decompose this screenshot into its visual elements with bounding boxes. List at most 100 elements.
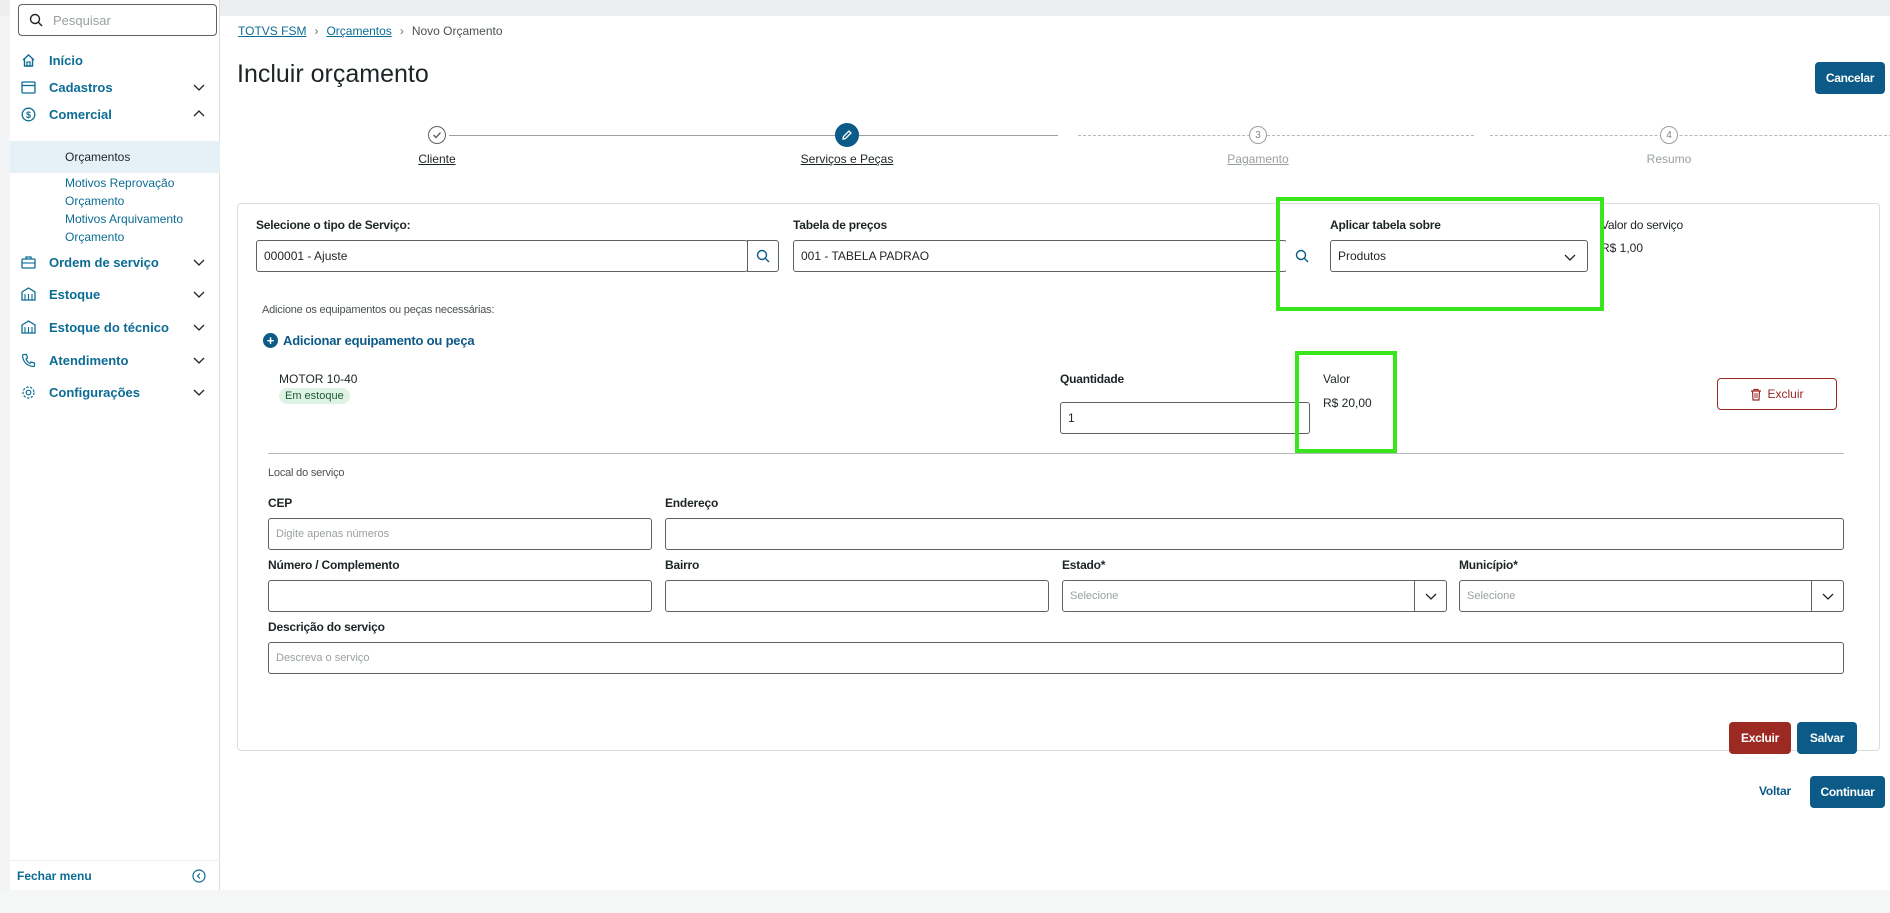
service-value-label: Valor do serviço <box>1601 218 1683 232</box>
sidebar-item-label: Estoque <box>49 286 101 302</box>
warehouse-icon <box>20 286 37 303</box>
delete-budget-button[interactable]: Excluir <box>1729 722 1791 754</box>
search-input[interactable]: Pesquisar <box>18 4 217 36</box>
svg-text:$: $ <box>26 110 31 120</box>
search-icon <box>29 13 43 27</box>
state-label: Estado* <box>1062 558 1106 572</box>
sidebar-item-label: Comercial <box>49 106 112 122</box>
service-type-label: Selecione o tipo de Serviço: <box>256 218 411 232</box>
city-label: Município* <box>1459 558 1518 572</box>
price-table-input[interactable]: 001 - TABELA PADRAO <box>793 240 1287 272</box>
sidebar-item-comercial[interactable]: $ Comercial <box>10 100 220 128</box>
chevron-down-icon <box>1414 581 1446 611</box>
district-input[interactable] <box>665 580 1049 612</box>
chevron-right-icon: › <box>314 24 319 38</box>
home-icon <box>20 52 37 69</box>
trash-icon <box>1751 388 1762 401</box>
divider <box>268 453 1844 454</box>
equipment-hint: Adicione os equipamentos ou peças necess… <box>262 304 495 316</box>
card-icon <box>20 79 37 96</box>
step-servicos-current-icon[interactable] <box>835 123 859 147</box>
back-button[interactable]: Voltar <box>1759 784 1791 798</box>
continue-button[interactable]: Continuar <box>1810 776 1885 808</box>
step-label-cliente[interactable]: Cliente <box>357 152 517 166</box>
description-input[interactable]: Descreva o serviço <box>268 642 1844 674</box>
sidebar-subitem-label: Motivos Arquivamento Orçamento <box>65 212 184 244</box>
step-pagamento-icon[interactable]: 3 <box>1249 126 1267 144</box>
location-section-title: Local do serviço <box>268 467 345 479</box>
step-label-servicos[interactable]: Serviços e Peças <box>767 152 927 166</box>
pencil-icon <box>842 130 852 140</box>
sidebar-subitem-orcamentos[interactable]: Orçamentos <box>10 141 220 173</box>
step-connector <box>1078 135 1474 136</box>
number-complement-label: Número / Complemento <box>268 558 400 572</box>
quantity-label: Quantidade <box>1060 372 1125 386</box>
sidebar-item-atendimento[interactable]: Atendimento <box>10 346 220 374</box>
quantity-input[interactable]: 1 <box>1060 402 1310 434</box>
state-select[interactable]: Selecione <box>1062 580 1447 612</box>
sidebar-item-label: Configurações <box>49 384 141 400</box>
price-table-label: Tabela de preços <box>793 218 887 232</box>
description-placeholder: Descreva o serviço <box>276 652 370 664</box>
item-name: MOTOR 10-40 <box>279 372 358 386</box>
sidebar-item-inicio[interactable]: Início <box>10 46 220 74</box>
collapse-menu-button[interactable]: Fechar menu <box>10 860 220 890</box>
delete-item-button[interactable]: Excluir <box>1717 378 1837 410</box>
service-type-value: 000001 - Ajuste <box>264 249 348 263</box>
breadcrumb-parent-link[interactable]: Orçamentos <box>326 24 391 38</box>
step-resumo-icon[interactable]: 4 <box>1660 126 1678 144</box>
step-label-resumo: Resumo <box>1646 152 1692 166</box>
step-connector <box>449 135 1058 136</box>
sidebar-item-estoque-tecnico[interactable]: Estoque do técnico <box>10 313 220 341</box>
address-label: Endereço <box>665 496 719 510</box>
add-equipment-button[interactable]: + Adicionar equipamento ou peça <box>263 333 475 348</box>
sidebar-item-label: Estoque do técnico <box>49 319 169 335</box>
gear-icon <box>20 384 37 401</box>
chevron-down-icon <box>1811 581 1843 611</box>
chevron-down-icon <box>193 291 205 298</box>
step-label-pagamento[interactable]: Pagamento <box>1178 152 1338 166</box>
sidebar-item-estoque[interactable]: Estoque <box>10 280 220 308</box>
service-type-search-button[interactable] <box>747 240 779 272</box>
plus-circle-icon: + <box>263 333 278 348</box>
sidebar-item-label: Atendimento <box>49 352 129 368</box>
step-cliente-done-icon[interactable] <box>428 126 446 144</box>
price-table-value: 001 - TABELA PADRAO <box>801 249 930 263</box>
description-label: Descrição do serviço <box>268 620 385 634</box>
sidebar-item-ordem-servico[interactable]: Ordem de serviço <box>10 248 220 276</box>
sidebar-item-cadastros[interactable]: Cadastros <box>10 73 220 101</box>
sidebar-item-label: Cadastros <box>49 79 113 95</box>
city-select[interactable]: Selecione <box>1459 580 1844 612</box>
quantity-value: 1 <box>1068 411 1075 425</box>
cancel-button[interactable]: Cancelar <box>1815 62 1885 94</box>
sidebar-item-configuracoes[interactable]: Configurações <box>10 378 220 406</box>
sidebar-subitem-label: Orçamentos <box>65 150 131 164</box>
number-complement-input[interactable] <box>268 580 652 612</box>
sidebar-subitem-motivos-reprovacao[interactable]: Motivos Reprovação Orçamento <box>10 174 190 210</box>
bottom-strip <box>0 890 1890 913</box>
chevron-down-icon <box>193 389 205 396</box>
highlight-box-item-value <box>1295 351 1397 453</box>
phone-icon <box>20 352 37 369</box>
breadcrumb-current: Novo Orçamento <box>411 24 503 38</box>
address-input[interactable] <box>665 518 1844 550</box>
service-type-input[interactable]: 000001 - Ajuste <box>256 240 748 272</box>
breadcrumb-root-link[interactable]: TOTVS FSM <box>238 24 306 38</box>
step-number: 3 <box>1255 129 1261 141</box>
collapse-menu-label: Fechar menu <box>17 868 92 883</box>
chevron-down-icon <box>193 357 205 364</box>
save-button[interactable]: Salvar <box>1797 722 1857 754</box>
cep-input[interactable]: Digite apenas números <box>268 518 652 550</box>
step-number: 4 <box>1666 129 1672 141</box>
highlight-box-apply-table <box>1276 197 1604 311</box>
service-form-card: Selecione o tipo de Serviço: 000001 - Aj… <box>237 203 1880 754</box>
sidebar-subitem-label: Motivos Reprovação Orçamento <box>65 176 175 208</box>
cep-placeholder: Digite apenas números <box>276 528 390 540</box>
sidebar-subitem-motivos-arquivamento[interactable]: Motivos Arquivamento Orçamento <box>10 210 210 246</box>
add-equipment-label: Adicionar equipamento ou peça <box>283 333 475 348</box>
sidebar-item-label: Ordem de serviço <box>49 254 159 270</box>
search-placeholder: Pesquisar <box>53 12 111 28</box>
chevron-up-icon <box>193 110 205 117</box>
page-title: Incluir orçamento <box>237 60 429 88</box>
chevron-down-icon <box>193 324 205 331</box>
